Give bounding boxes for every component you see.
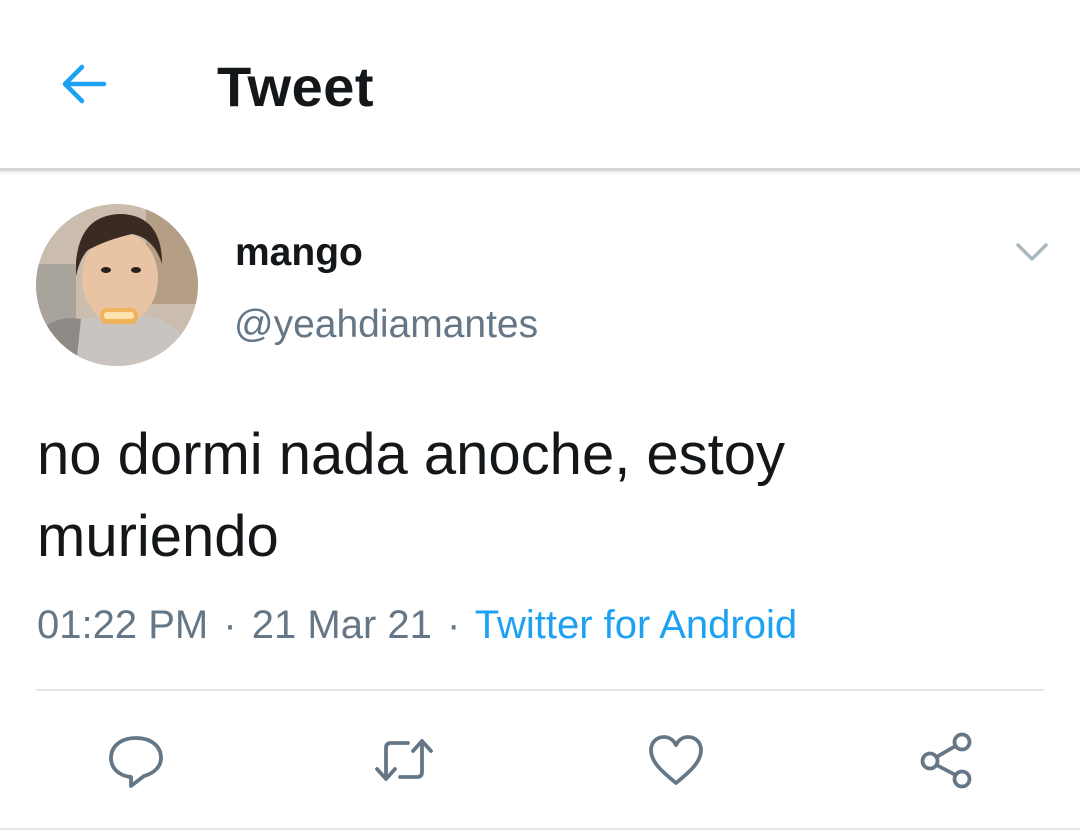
tweet-text: no dormi nada anoche, estoy muriendo (37, 422, 786, 569)
share-icon (920, 732, 972, 789)
reply-icon (109, 736, 163, 788)
bottom-divider (0, 828, 1080, 830)
author-handle[interactable]: @yeahdiamantes (234, 302, 538, 348)
tweet-time: 01:22 PM (37, 603, 209, 647)
author-display-name[interactable]: mango (235, 230, 363, 276)
back-button[interactable] (56, 56, 112, 112)
tweet-source-link[interactable]: Twitter for Android (475, 603, 797, 647)
reply-button[interactable] (104, 728, 168, 792)
share-button[interactable] (914, 728, 978, 792)
meta-separator: · (447, 603, 461, 647)
divider (36, 689, 1044, 691)
meta-separator: · (223, 603, 237, 647)
user-avatar-photo (36, 204, 198, 366)
page-title: Tweet (217, 55, 375, 118)
retweet-icon (375, 739, 433, 781)
chevron-down-icon (1016, 243, 1048, 261)
like-button[interactable] (644, 728, 708, 792)
tweet-options-button[interactable] (1012, 232, 1052, 272)
tweet-metadata: 01:22 PM · 21 Mar 21 · Twitter for Andro… (37, 600, 797, 650)
heart-icon (649, 735, 703, 785)
avatar[interactable] (36, 204, 198, 366)
tweet-date: 21 Mar 21 (251, 603, 432, 647)
top-app-bar: Tweet (0, 0, 1080, 171)
arrow-left-icon (62, 64, 107, 104)
retweet-button[interactable] (372, 728, 436, 792)
